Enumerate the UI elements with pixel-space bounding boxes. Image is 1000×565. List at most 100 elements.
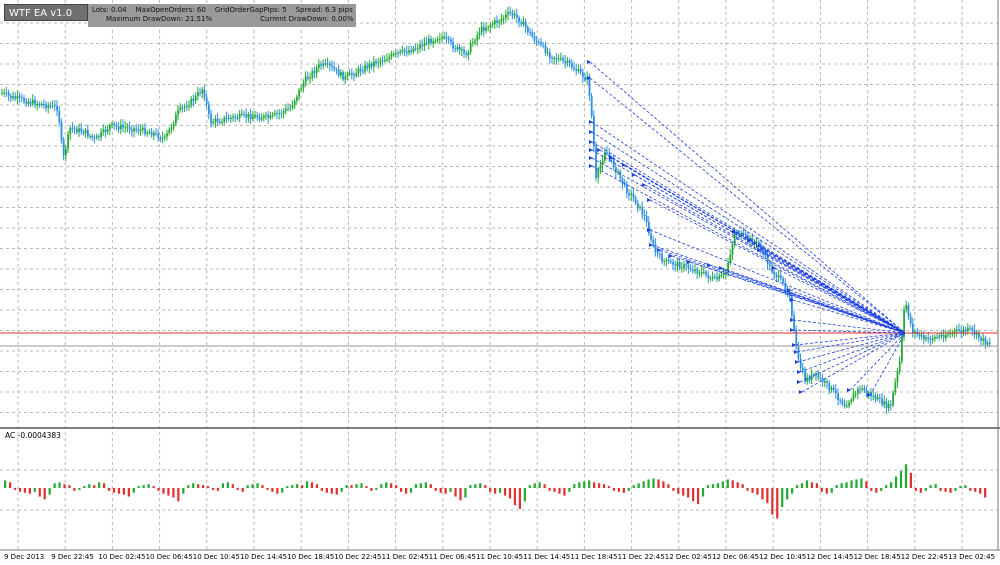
candles xyxy=(1,6,991,414)
spread-value: Spread: 6.3 pips xyxy=(295,6,353,14)
candle-body xyxy=(408,50,410,53)
candle-body xyxy=(302,82,305,89)
ac-bar xyxy=(266,488,269,490)
candle-body xyxy=(181,107,184,109)
ac-bar xyxy=(538,482,541,488)
candle-body xyxy=(461,49,463,51)
candle-body xyxy=(362,71,364,73)
candle-body xyxy=(551,57,553,59)
ac-bar xyxy=(523,488,526,502)
candle-body xyxy=(927,337,930,339)
ac-bar xyxy=(706,485,710,488)
ac-bar xyxy=(494,488,497,494)
ac-bar xyxy=(553,488,556,492)
candle-body xyxy=(826,381,828,383)
candle-body xyxy=(542,44,545,46)
ac-bar xyxy=(335,488,338,495)
candle-body xyxy=(859,389,861,391)
ac-bar xyxy=(578,482,581,488)
order-line xyxy=(794,332,906,346)
candle-body xyxy=(909,316,912,324)
ac-bar xyxy=(216,488,220,491)
candle-body xyxy=(474,40,476,43)
candle-body xyxy=(632,193,635,198)
candle-body xyxy=(208,104,210,114)
ac-bar xyxy=(736,482,739,488)
candle-body xyxy=(428,38,430,44)
candle-body xyxy=(467,52,470,56)
candle-body xyxy=(166,133,168,137)
candle-body xyxy=(80,128,83,132)
candle-body xyxy=(929,338,932,341)
ac-bar xyxy=(588,480,591,488)
candle-body xyxy=(945,334,947,338)
candle-body xyxy=(243,113,245,115)
candle-body xyxy=(309,77,311,79)
order-arrow-icon xyxy=(589,130,593,134)
ac-bar xyxy=(855,479,858,488)
ac-bar xyxy=(647,479,650,488)
ac-bar xyxy=(281,488,284,493)
ac-bar xyxy=(672,488,675,491)
candle-body xyxy=(969,327,971,329)
ac-bar xyxy=(701,488,705,497)
ac-bar xyxy=(112,488,116,493)
price-chart[interactable] xyxy=(0,0,1000,565)
ac-bar xyxy=(107,488,111,491)
candle-body xyxy=(388,56,391,60)
candle-body xyxy=(188,105,190,108)
candle-body xyxy=(832,387,835,390)
candle-body xyxy=(153,133,155,136)
candle-body xyxy=(69,127,72,135)
ac-bar xyxy=(409,488,413,493)
ac-bar xyxy=(241,488,244,492)
candle-body xyxy=(894,382,897,393)
candle-body xyxy=(846,405,848,407)
candle-body xyxy=(73,128,76,130)
ac-bar xyxy=(385,482,388,488)
candle-body xyxy=(260,118,263,120)
ac-bar xyxy=(677,488,680,494)
candle-body xyxy=(122,124,124,128)
ac-bar xyxy=(568,488,571,492)
candle-body xyxy=(641,206,644,215)
ac-bar xyxy=(271,488,274,492)
candle-body xyxy=(98,136,100,138)
candle-body xyxy=(419,44,421,49)
ac-bar xyxy=(563,488,566,496)
candle-body xyxy=(597,169,600,178)
candle-body xyxy=(304,76,307,83)
candle-body xyxy=(296,96,298,101)
candle-body xyxy=(799,358,802,369)
ac-bar xyxy=(642,481,645,488)
current-drawdown: Current DrawDown: 0.00% xyxy=(260,15,354,23)
candle-body xyxy=(29,101,32,104)
candle-body xyxy=(896,371,899,383)
candle-body xyxy=(707,275,710,279)
candle-body xyxy=(865,390,868,394)
candle-body xyxy=(960,331,963,333)
candle-body xyxy=(23,98,25,102)
ac-bar xyxy=(201,485,205,488)
candle-body xyxy=(694,269,696,272)
candle-body xyxy=(256,115,259,118)
ac-bar xyxy=(548,488,551,491)
candle-body xyxy=(14,96,17,99)
candle-body xyxy=(225,117,228,119)
candle-body xyxy=(285,108,287,111)
candle-body xyxy=(685,264,688,266)
ac-bar xyxy=(894,476,898,488)
ac-bar xyxy=(221,483,225,488)
candle-body xyxy=(857,389,859,394)
candle-body xyxy=(238,114,241,119)
x-tick-label: 12 Dec 02:45 xyxy=(664,553,712,561)
candle-body xyxy=(133,128,135,132)
candle-body xyxy=(920,335,923,337)
ac-bar xyxy=(914,488,917,491)
candle-body xyxy=(958,329,960,332)
candle-body xyxy=(879,397,881,399)
ac-bar xyxy=(137,486,140,488)
x-tick-label: 10 Dec 14:45 xyxy=(240,553,288,561)
candle-body xyxy=(386,59,388,61)
candle-body xyxy=(47,105,50,109)
